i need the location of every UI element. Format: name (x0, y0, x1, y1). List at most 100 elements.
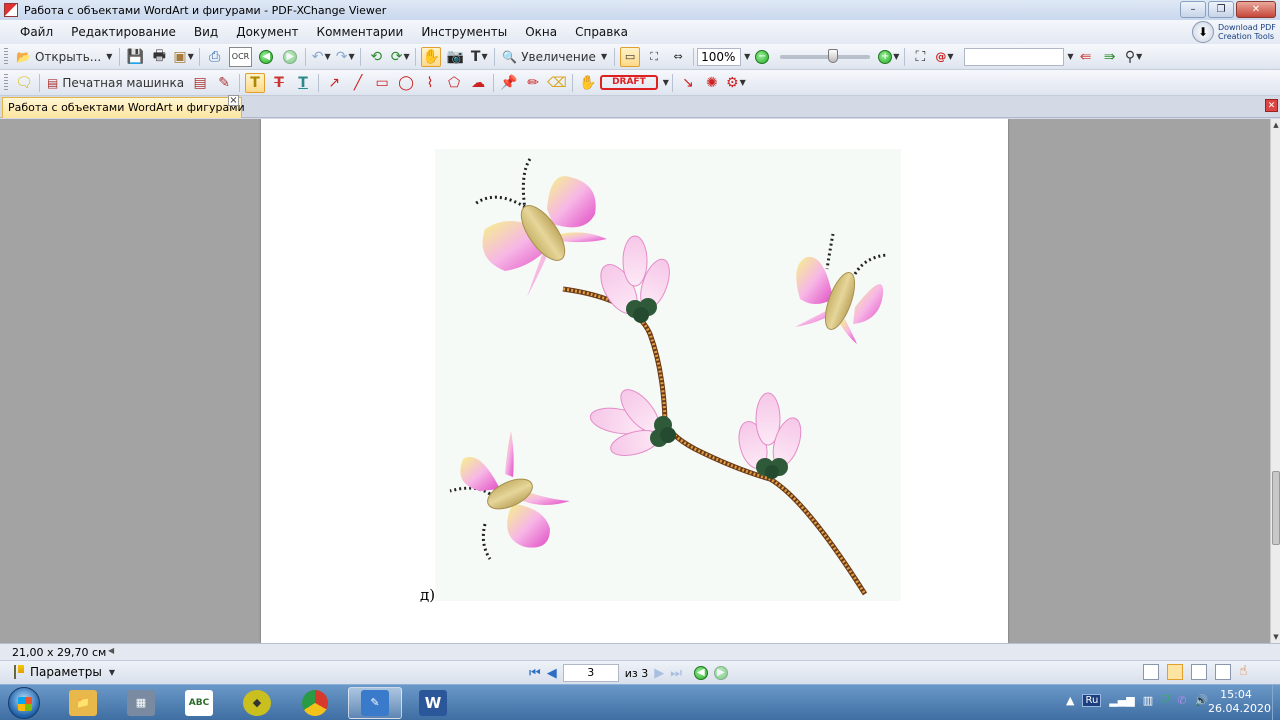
search-input[interactable] (964, 47, 1065, 66)
select-text-button[interactable]: T ▼ (469, 47, 489, 67)
menu-help[interactable]: Справка (566, 25, 637, 39)
taskbar-word[interactable]: W (406, 687, 460, 719)
zoom-level-input[interactable]: 100% (697, 47, 742, 66)
menu-comments[interactable]: Комментарии (308, 25, 413, 39)
security-shield-icon[interactable]: ⛉ (1161, 693, 1169, 707)
clock[interactable]: 15:04 26.04.2020 (1208, 688, 1271, 716)
print-button[interactable]: 🖶 (149, 47, 169, 67)
chevron-down-icon[interactable]: ▼ (1067, 52, 1073, 61)
chevron-down-icon[interactable]: ▼ (601, 52, 607, 61)
area-button[interactable]: ✺ (702, 73, 722, 93)
continuous-facing-icon[interactable] (1215, 664, 1231, 680)
oval-button[interactable]: ◯ (396, 73, 416, 93)
page-number-input[interactable]: 3 (562, 664, 619, 682)
cloud-button[interactable]: ☁ (468, 73, 488, 93)
chevron-left-icon[interactable]: ◀ (108, 646, 114, 655)
restore-button[interactable]: ❐ (1208, 1, 1234, 18)
vertical-scrollbar[interactable]: ▲ ▼ (1270, 119, 1280, 643)
polyline-button[interactable]: ⌇ (420, 73, 440, 93)
actual-size-button[interactable]: ▭ (620, 46, 641, 67)
fit-page-button[interactable]: ⛶ (644, 47, 664, 67)
scroll-up-icon[interactable]: ▲ (1271, 121, 1280, 129)
network-icon[interactable]: ▥ (1143, 694, 1153, 707)
zoom-out-button[interactable]: − (752, 47, 772, 67)
rectangle-button[interactable]: ▭ (372, 73, 392, 93)
zoom-in-button[interactable]: + ▼ (878, 47, 899, 67)
chevron-down-icon[interactable]: ▼ (481, 52, 487, 61)
menu-tools[interactable]: Инструменты (412, 25, 516, 39)
strikeout-button[interactable]: T (269, 73, 289, 93)
arrow-button[interactable]: ↗ (324, 73, 344, 93)
close-document-button[interactable]: ✕ (1265, 99, 1278, 112)
chevron-down-icon[interactable]: ▼ (109, 668, 115, 677)
forward-button[interactable]: ▶ (280, 47, 300, 67)
highlight-button[interactable]: T (245, 72, 266, 93)
options-button[interactable]: ⚲ ▼ (1124, 47, 1144, 67)
save-button[interactable]: 💾 (125, 47, 145, 67)
show-desktop-button[interactable] (1272, 685, 1280, 720)
underline-button[interactable]: T (293, 73, 313, 93)
toolbar-grip[interactable] (4, 47, 8, 66)
facing-pages-icon[interactable] (1191, 664, 1207, 680)
toolbar-grip[interactable] (4, 73, 8, 92)
chevron-down-icon[interactable]: ▼ (663, 78, 669, 87)
signal-icon[interactable]: ▂▄▆ (1109, 694, 1134, 707)
search-web-button[interactable]: @ ▼ (934, 47, 954, 67)
chevron-down-icon[interactable]: ▼ (188, 52, 194, 61)
chevron-down-icon[interactable]: ▼ (106, 52, 112, 61)
open-button[interactable]: 📂 Открыть... ▼ (14, 47, 114, 67)
close-button[interactable]: ✕ (1236, 1, 1276, 18)
chevron-down-icon[interactable]: ▼ (893, 52, 899, 61)
typewriter-button[interactable]: ▤ Печатная машинка (45, 73, 186, 93)
rotate-left-button[interactable]: ⟲ (366, 47, 386, 67)
hand-tool-button[interactable]: ✋ (421, 46, 442, 67)
note-button[interactable]: 🗨 (14, 73, 34, 93)
ocr-button[interactable]: OCR (228, 46, 253, 67)
undo-button[interactable]: ↶ ▼ (311, 47, 331, 67)
next-page-icon[interactable]: ▶ (654, 666, 664, 681)
minimize-button[interactable]: – (1180, 1, 1206, 18)
perimeter-button[interactable]: ⚙ ▼ (726, 73, 746, 93)
chevron-down-icon[interactable]: ▼ (1136, 52, 1142, 61)
eraser-button[interactable]: ⌫ (547, 73, 567, 93)
search-next-button[interactable]: ⇛ (1100, 47, 1120, 67)
polygon-button[interactable]: ⬠ (444, 73, 464, 93)
volume-icon[interactable]: 🔊 (1195, 694, 1209, 707)
menu-edit[interactable]: Редактирование (62, 25, 185, 39)
menu-windows[interactable]: Окна (516, 25, 566, 39)
taskbar-pdf-viewer[interactable]: ✎ (348, 687, 402, 719)
chevron-down-icon[interactable]: ▼ (744, 52, 750, 61)
taskbar-explorer[interactable]: 📁 (56, 687, 110, 719)
zoom-slider[interactable] (780, 48, 871, 63)
menu-document[interactable]: Документ (227, 25, 307, 39)
hand-pointer-icon[interactable]: ☝ (1239, 664, 1255, 680)
back-view-icon[interactable]: ◀ (693, 666, 708, 680)
scan-button[interactable]: ⎙ (205, 47, 225, 67)
taskbar-calculator[interactable]: ▦ (114, 687, 168, 719)
zoom-slider-thumb[interactable] (828, 48, 839, 63)
language-indicator[interactable]: Ru (1082, 693, 1102, 707)
first-page-icon[interactable]: ⏮ (529, 666, 541, 681)
chevron-down-icon[interactable]: ▼ (947, 52, 953, 61)
taskbar-abc[interactable]: ABC (172, 687, 226, 719)
line-button[interactable]: ╱ (348, 73, 368, 93)
back-button[interactable]: ◀ (256, 47, 276, 67)
viber-icon[interactable]: ✆ (1177, 694, 1186, 707)
rotate-right-button[interactable]: ⟳ ▼ (390, 47, 410, 67)
params-button[interactable]: Параметры ▼ (14, 665, 115, 679)
email-button[interactable]: ▣ ▼ (173, 47, 193, 67)
search-prev-button[interactable]: ⇚ (1076, 47, 1096, 67)
stamp-button[interactable]: ✋ (578, 73, 598, 93)
download-promo[interactable]: ⬇ Download PDF Creation Tools (1192, 20, 1278, 44)
redo-button[interactable]: ↷ ▼ (335, 47, 355, 67)
fit-width-button[interactable]: ⇔ (668, 47, 688, 67)
pin-button[interactable]: 📌 (499, 73, 519, 93)
chevron-down-icon[interactable]: ▼ (740, 78, 746, 87)
zoom-tool-button[interactable]: 🔍 Увеличение ▼ (500, 47, 609, 67)
tray-expand-icon[interactable]: ▲ (1066, 694, 1074, 707)
document-tab[interactable]: Работа с объектами WordArt и фигурами (2, 97, 245, 118)
chevron-down-icon[interactable]: ▼ (349, 52, 355, 61)
scrollbar-thumb[interactable] (1272, 471, 1280, 545)
pencil-button[interactable]: ✏ (523, 73, 543, 93)
menu-view[interactable]: Вид (185, 25, 227, 39)
